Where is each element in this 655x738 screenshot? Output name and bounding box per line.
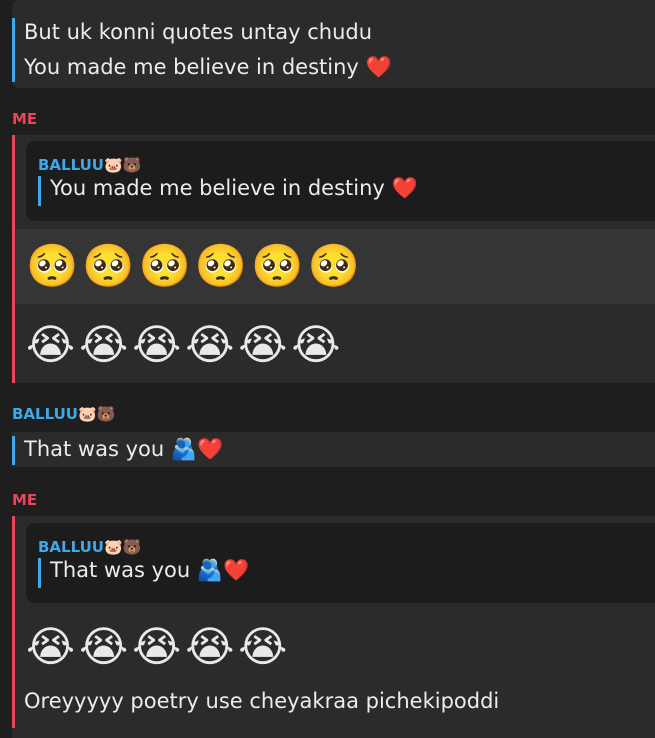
reply-quote-bar [38,176,41,206]
sender-name-balluu: BALLUU🐷🐻 [12,405,116,423]
crying-emoji-row: 😭😭😭😭😭😭 [26,320,345,369]
message-text: That was you 🫂❤️ [24,437,224,461]
message-line-1: But uk konni quotes untay chudu [24,20,373,44]
message-1[interactable]: But uk konni quotes untay chudu You made… [0,0,655,88]
crying-emoji-row: 😭😭😭😭😭 [26,622,292,671]
message-text: Oreyyyyy poetry use cheyakraa pichekipod… [24,689,500,713]
reply-quote-text: You made me believe in destiny ❤️ [50,176,418,200]
message-2[interactable]: BALLUU🐷🐻 You made me believe in destiny … [0,135,655,383]
reply-quote-name: BALLUU🐷🐻 [38,156,142,174]
message-4[interactable]: BALLUU🐷🐻 That was you 🫂❤️ 😭😭😭😭😭 Oreyyyyy… [0,516,655,738]
reply-quote-name: BALLUU🐷🐻 [38,538,142,556]
message-accent-bar [12,135,15,383]
pleading-emoji-row: 🥺🥺🥺🥺🥺🥺 [26,241,364,290]
message-3[interactable]: That was you 🫂❤️ [0,432,655,467]
sender-name-me: ME [12,491,38,509]
reply-quote[interactable]: BALLUU🐷🐻 You made me believe in destiny … [26,141,655,221]
message-line-2: You made me believe in destiny ❤️ [24,55,392,79]
reply-quote-text: That was you 🫂❤️ [50,558,250,582]
message-accent-bar [12,516,15,728]
sender-name-me: ME [12,110,38,128]
quote-bar [12,436,15,465]
reply-quote[interactable]: BALLUU🐷🐻 That was you 🫂❤️ [26,523,655,603]
reply-quote-bar [38,558,41,588]
quote-bar [12,18,15,82]
